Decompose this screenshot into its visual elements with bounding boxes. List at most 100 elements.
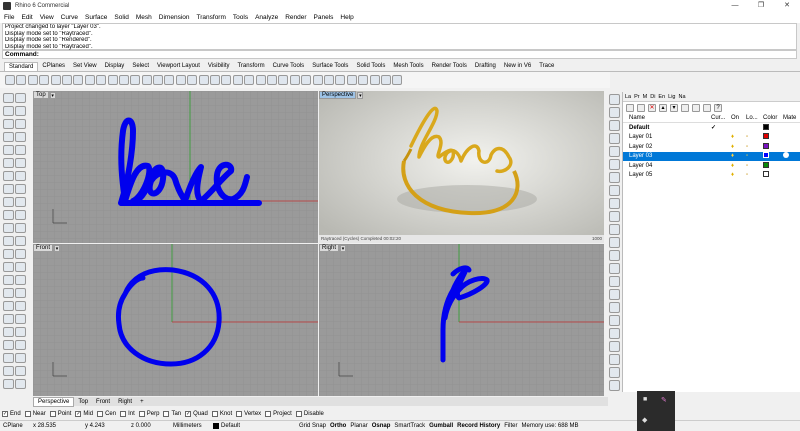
osnap-mid[interactable]: ✓ Mid (75, 411, 93, 417)
bim-icon[interactable] (609, 302, 620, 313)
status-grid-snap[interactable]: Grid Snap (299, 423, 326, 429)
check-icon[interactable] (15, 314, 26, 324)
sphere-render-icon[interactable] (323, 75, 334, 85)
material-ball-icon[interactable] (783, 152, 789, 159)
ungroup-icon[interactable] (15, 340, 26, 350)
point-icon[interactable] (15, 93, 26, 103)
tab-solid-tools[interactable]: Solid Tools (352, 62, 389, 71)
app-tray-icon[interactable]: ■ (643, 396, 647, 403)
status-record-history[interactable]: Record History (457, 423, 500, 429)
hatch-icon[interactable] (3, 301, 14, 311)
material-icon[interactable] (335, 75, 346, 85)
tab-new-in-v6[interactable]: New in V6 (500, 62, 535, 71)
smooth-icon[interactable] (15, 379, 26, 389)
viewport-top[interactable]: Top ▾ (33, 91, 318, 243)
tab-visibility[interactable]: Visibility (204, 62, 234, 71)
copy-object-icon[interactable] (15, 236, 26, 246)
status-smarttrack[interactable]: SmartTrack (394, 423, 425, 429)
viewport-tab-perspective[interactable]: Perspective (33, 396, 75, 407)
column-color[interactable]: Color (763, 115, 783, 121)
rectangle-icon[interactable] (15, 132, 26, 142)
lightbulb-icon[interactable]: ♦ (731, 153, 746, 159)
viewport-tab-top[interactable]: Top (74, 398, 92, 406)
zoom-icon[interactable] (609, 107, 620, 118)
cut-icon[interactable] (61, 75, 72, 85)
tools-icon[interactable] (703, 103, 711, 112)
circle-icon[interactable] (3, 119, 14, 129)
panel-tab-named-views[interactable]: Na (679, 94, 686, 100)
dropbox-tray-icon[interactable]: ◆ (642, 416, 647, 424)
tab-display[interactable]: Display (101, 62, 129, 71)
boolean-difference-icon[interactable] (15, 275, 26, 285)
chevron-down-icon[interactable]: ▾ (340, 244, 347, 252)
command-history[interactable]: Project changed to layer "Layer 03". Dis… (2, 23, 797, 50)
menu-edit[interactable]: Edit (21, 14, 32, 21)
lightbulb-icon[interactable]: ♦ (731, 163, 746, 169)
osnap-cen[interactable]: Cen (97, 411, 116, 417)
import-icon[interactable] (50, 75, 61, 85)
loft-icon[interactable] (609, 198, 620, 209)
dimension-icon[interactable] (3, 288, 14, 298)
viewport-right[interactable]: Right ▾ (319, 244, 604, 396)
undo-view-icon[interactable] (175, 75, 186, 85)
status-cplane[interactable]: CPlane (3, 423, 29, 429)
undo-icon[interactable] (96, 75, 107, 85)
rotate-icon[interactable] (3, 249, 14, 259)
scale-icon[interactable] (15, 249, 26, 259)
pan-icon[interactable] (107, 75, 118, 85)
chamfer-icon[interactable] (15, 197, 26, 207)
new-sublayer-icon[interactable] (637, 103, 645, 112)
menu-mesh[interactable]: Mesh (136, 14, 152, 21)
menu-surface[interactable]: Surface (85, 14, 107, 21)
current-check-icon[interactable]: ✓ (711, 124, 731, 131)
menu-tools[interactable]: Tools (233, 14, 248, 21)
polyline-icon[interactable] (3, 106, 14, 116)
boolean-union-icon[interactable] (3, 275, 14, 285)
extrude-icon[interactable] (15, 158, 26, 168)
hide-icon[interactable] (221, 75, 232, 85)
gear-icon[interactable] (380, 75, 391, 85)
mirror-icon[interactable] (609, 159, 620, 170)
print-icon[interactable] (39, 75, 50, 85)
new-layer-icon[interactable] (626, 103, 634, 112)
layer-row[interactable]: Layer 04 ♦ ▫ (623, 161, 800, 171)
save-icon[interactable] (27, 75, 38, 85)
osnap-perp[interactable]: Perp (138, 411, 159, 417)
layer-color-swatch[interactable] (763, 133, 769, 140)
zoom-extents-icon[interactable] (153, 75, 164, 85)
palette-icon[interactable] (609, 354, 620, 365)
osnap-tan[interactable]: Tan (163, 411, 181, 417)
light-icon[interactable] (346, 75, 357, 85)
explode-icon[interactable] (15, 223, 26, 233)
polygon-icon[interactable] (3, 145, 14, 155)
select-arrow-icon[interactable] (609, 94, 620, 105)
move-icon[interactable] (3, 236, 14, 246)
help-icon[interactable] (392, 75, 403, 85)
column-name[interactable]: Name (623, 115, 711, 121)
viewport-label[interactable]: Front (33, 244, 54, 252)
osnap-end[interactable]: ✓ End (2, 411, 21, 417)
leader-icon[interactable] (15, 288, 26, 298)
distance-icon[interactable] (15, 327, 26, 337)
command-input[interactable]: Command: (2, 50, 797, 59)
osnap-point[interactable]: Point (49, 411, 71, 417)
layer-icon[interactable] (266, 75, 277, 85)
column-on[interactable]: On (731, 115, 746, 121)
minimize-button[interactable]: — (722, 0, 748, 12)
tab-select[interactable]: Select (128, 62, 153, 71)
move-to-parent-icon[interactable] (681, 103, 689, 112)
layer-row[interactable]: Layer 01 ♦ ▫ (623, 133, 800, 143)
trim-icon[interactable] (3, 210, 14, 220)
shaded-icon[interactable] (301, 75, 312, 85)
boolean-icon[interactable] (609, 250, 620, 261)
rotate-view-icon[interactable] (118, 75, 129, 85)
viewport-label[interactable]: Perspective (319, 91, 357, 99)
cplane-icon[interactable] (198, 75, 209, 85)
status-ortho[interactable]: Ortho (330, 423, 346, 429)
zoom-selected-icon[interactable] (164, 75, 175, 85)
close-button[interactable]: ✕ (774, 0, 800, 12)
viewport-front[interactable]: Front ▾ (33, 244, 318, 396)
copy-icon[interactable] (73, 75, 84, 85)
unlock-icon[interactable] (255, 75, 266, 85)
panel-tab-layers[interactable]: La (625, 94, 631, 100)
